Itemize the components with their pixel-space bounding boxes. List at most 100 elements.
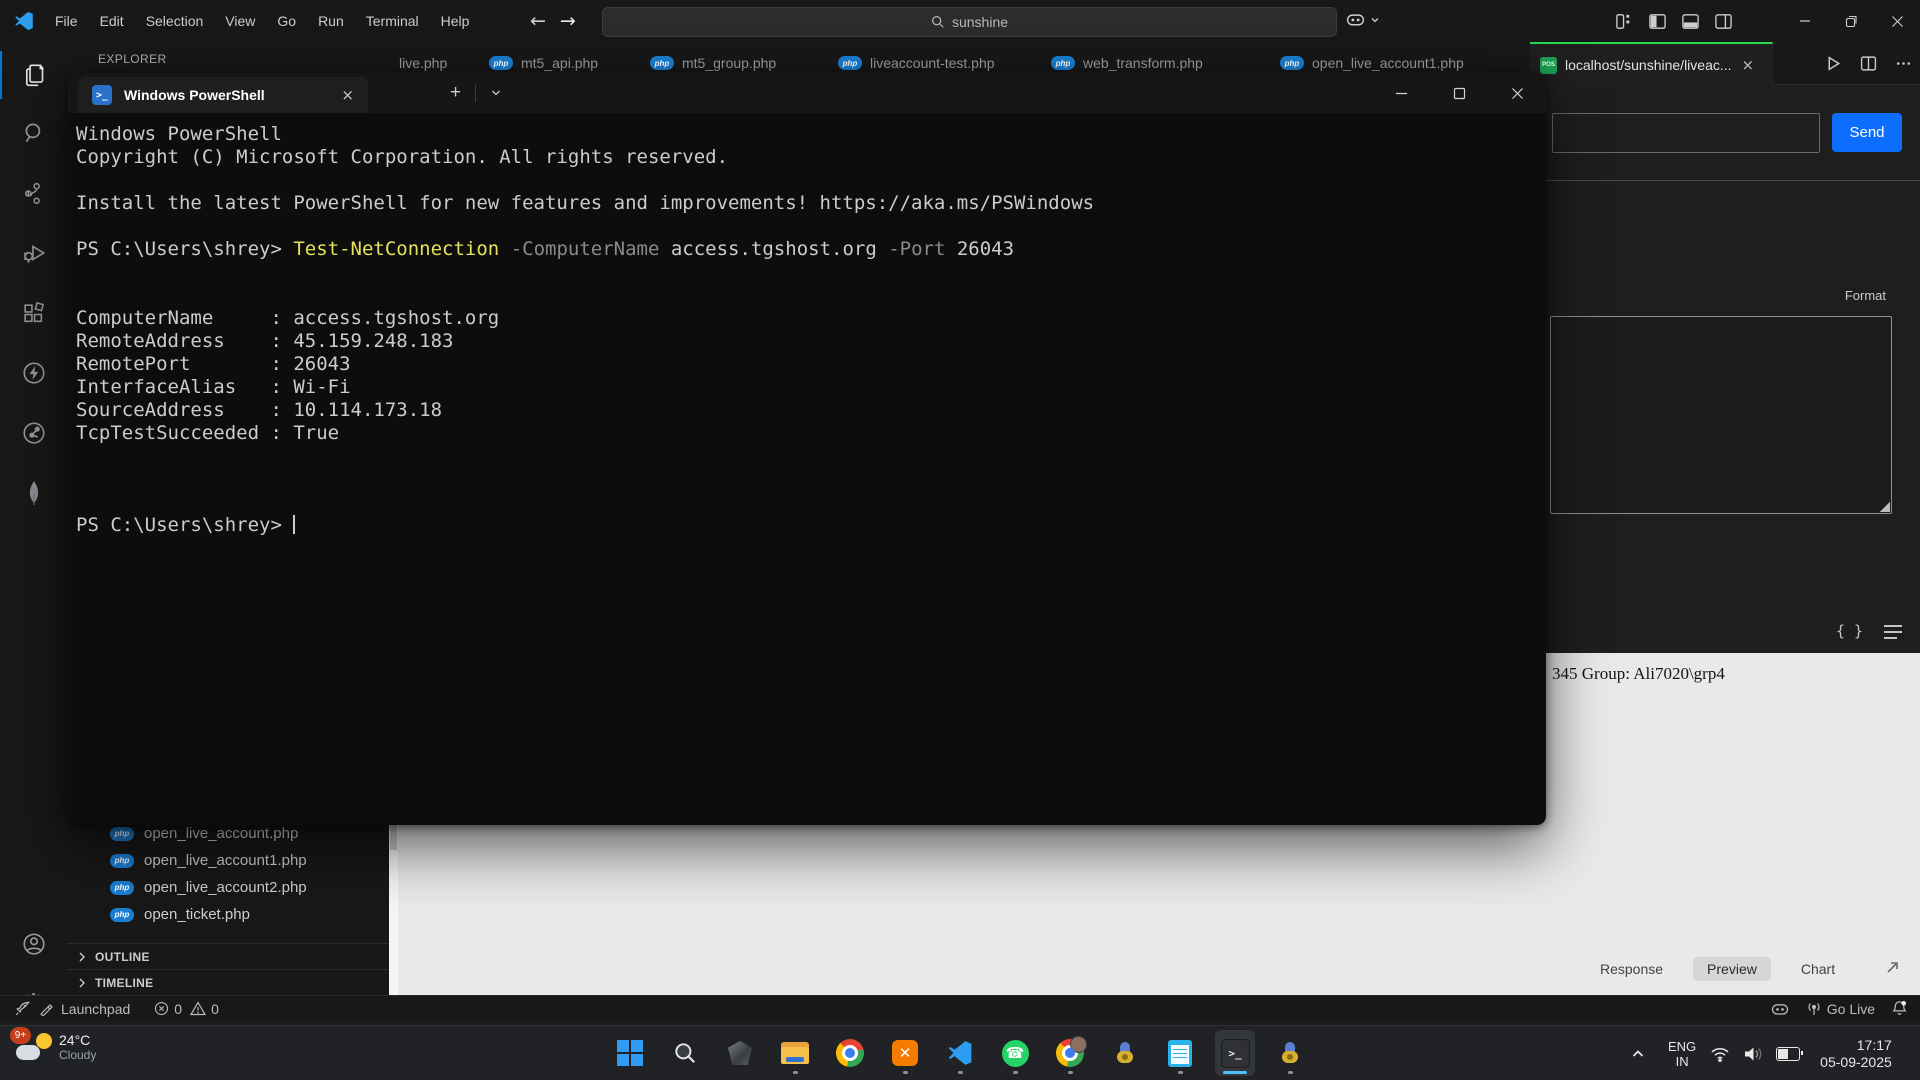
tab-dropdown-icon[interactable] <box>490 87 502 99</box>
terminal-close-button[interactable] <box>1488 73 1546 113</box>
errors-item[interactable]: 0 <box>154 1001 182 1017</box>
notification-badge: 9+ <box>10 1027 31 1044</box>
menu-lines-icon[interactable] <box>1884 625 1902 643</box>
file-item[interactable]: phpopen_live_account1.php <box>67 847 389 874</box>
share-graph-icon[interactable] <box>0 409 67 457</box>
search-sidebar-icon[interactable] <box>0 109 67 157</box>
warnings-item[interactable]: 0 <box>190 1001 219 1017</box>
split-editor-icon[interactable] <box>1860 55 1877 72</box>
copilot-icon <box>1345 9 1366 30</box>
whatsapp-button[interactable]: ☎ <box>995 1030 1035 1076</box>
more-actions-icon[interactable] <box>1895 55 1912 72</box>
menu-item[interactable]: Terminal <box>355 0 430 42</box>
close-button[interactable] <box>1874 0 1920 42</box>
clock[interactable]: 17:17 05-09-2025 <box>1820 1037 1892 1071</box>
php-icon: php <box>110 854 134 868</box>
run-play-icon[interactable] <box>1825 55 1842 72</box>
file-item[interactable]: phpopen_ticket.php <box>67 901 389 928</box>
language-indicator[interactable]: ENG IN <box>1668 1039 1696 1069</box>
terminal-output[interactable]: Windows PowerShellCopyright (C) Microsof… <box>76 123 1094 537</box>
taskbar-app-rocket-2[interactable] <box>1270 1030 1310 1076</box>
terminal-minimize-button[interactable] <box>1372 73 1430 113</box>
menu-item[interactable]: Edit <box>89 0 135 42</box>
menu-item[interactable]: Selection <box>135 0 215 42</box>
menu-item[interactable]: View <box>214 0 266 42</box>
tray-date: 05-09-2025 <box>1820 1054 1892 1071</box>
chrome-profile-button[interactable] <box>1050 1030 1090 1076</box>
account-icon[interactable] <box>0 920 67 968</box>
request-input[interactable] <box>1552 113 1820 153</box>
copilot-button[interactable] <box>1345 9 1380 30</box>
site-favicon: POS <box>1540 57 1557 74</box>
taskbar-app-gem[interactable] <box>720 1030 760 1076</box>
close-tab-icon[interactable]: × <box>341 86 354 104</box>
volume-icon[interactable] <box>1743 1045 1763 1063</box>
extensions-icon[interactable] <box>0 289 67 337</box>
file-item[interactable]: phpopen_live_account2.php <box>67 874 389 901</box>
minimize-button[interactable] <box>1782 0 1828 42</box>
weather-widget[interactable]: 9+ 24°C Cloudy <box>16 1032 96 1062</box>
tab-preview[interactable]: Preview <box>1693 957 1771 981</box>
toggle-secondary-sidebar-icon[interactable] <box>1714 12 1733 31</box>
tab-chart[interactable]: Chart <box>1801 961 1835 977</box>
run-debug-icon[interactable] <box>0 229 67 277</box>
customize-layout-icon[interactable] <box>1615 12 1634 31</box>
mongodb-icon[interactable] <box>0 469 67 517</box>
tab-localhost-browser[interactable]: POS localhost/sunshine/liveac... × <box>1530 42 1773 86</box>
terminal-maximize-button[interactable] <box>1430 73 1488 113</box>
php-icon: php <box>110 881 134 895</box>
battery-icon[interactable] <box>1776 1047 1800 1061</box>
expand-arrow-icon[interactable] <box>1884 958 1902 976</box>
restore-button[interactable] <box>1828 0 1874 42</box>
chrome-icon <box>836 1039 864 1067</box>
rocket-gear-icon <box>1277 1040 1303 1066</box>
menu-item[interactable]: Run <box>307 0 355 42</box>
request-textarea[interactable] <box>1550 316 1892 514</box>
outline-section[interactable]: OUTLINE <box>67 943 389 970</box>
thunder-client-icon[interactable] <box>0 349 67 397</box>
go-live-item[interactable]: Go Live <box>1806 1001 1875 1017</box>
search-icon <box>931 15 945 29</box>
sun-icon <box>36 1033 52 1049</box>
wifi-icon[interactable] <box>1710 1045 1730 1063</box>
toggle-sidebar-icon[interactable] <box>1648 12 1667 31</box>
forward-arrow[interactable]: → <box>560 10 576 32</box>
terminal-tab-title: Windows PowerShell <box>124 87 265 103</box>
terminal-button[interactable]: >_ <box>1215 1030 1255 1076</box>
terminal-tab[interactable]: >_ Windows PowerShell × <box>78 77 368 113</box>
resize-grip[interactable] <box>1880 502 1890 512</box>
back-arrow[interactable]: ← <box>530 10 546 32</box>
timeline-section[interactable]: TIMELINE <box>67 969 389 996</box>
taskbar-search-button[interactable] <box>665 1030 705 1076</box>
start-button[interactable] <box>610 1030 650 1076</box>
vscode-logo-icon <box>14 11 34 31</box>
launchpad-item[interactable]: Launchpad <box>61 1001 130 1017</box>
close-tab-icon[interactable]: × <box>1742 56 1755 74</box>
new-tab-icon[interactable]: + <box>450 82 461 104</box>
tab-response[interactable]: Response <box>1600 961 1663 977</box>
chevron-down-icon <box>1370 15 1380 25</box>
copilot-status-icon[interactable] <box>1770 999 1790 1019</box>
format-label: Format <box>1800 288 1886 303</box>
notepad-button[interactable] <box>1160 1030 1200 1076</box>
source-control-icon[interactable] <box>0 169 67 217</box>
menu-item[interactable]: Go <box>266 0 307 42</box>
search-input[interactable]: sunshine <box>602 7 1337 37</box>
menu-item[interactable]: File <box>44 0 89 42</box>
menu-item[interactable]: Help <box>430 0 481 42</box>
avatar <box>1070 1036 1087 1053</box>
send-button[interactable]: Send <box>1832 113 1902 152</box>
format-json-icon[interactable]: { } <box>1836 622 1863 640</box>
vscode-button[interactable] <box>940 1030 980 1076</box>
tray-chevron-up-icon[interactable] <box>1630 1046 1646 1062</box>
explorer-icon[interactable] <box>0 51 69 99</box>
xampp-button[interactable]: ✕ <box>885 1030 925 1076</box>
terminal-titlebar[interactable]: >_ Windows PowerShell × + <box>68 73 1546 113</box>
toggle-panel-icon[interactable] <box>1681 12 1700 31</box>
chrome-button[interactable] <box>830 1030 870 1076</box>
file-explorer-button[interactable] <box>775 1030 815 1076</box>
taskbar-app-rocket[interactable] <box>1105 1030 1145 1076</box>
tray-time: 17:17 <box>1820 1037 1892 1054</box>
bell-icon[interactable] <box>1891 1000 1908 1017</box>
cloud-icon <box>16 1045 40 1060</box>
